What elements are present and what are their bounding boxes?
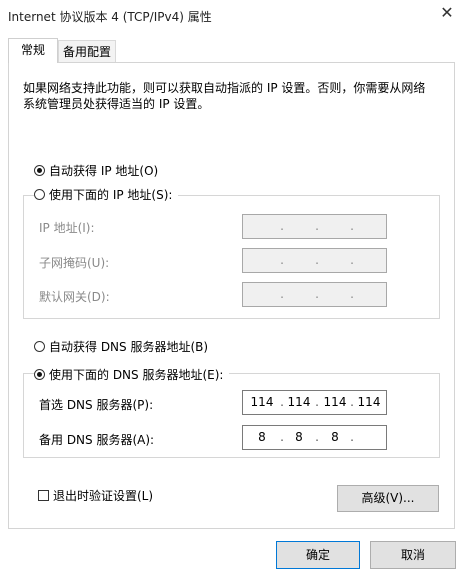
alternate-dns-label: 备用 DNS 服务器(A): <box>39 433 155 447</box>
manual-dns-radio[interactable]: 使用下面的 DNS 服务器地址(E): <box>34 366 230 383</box>
auto-ip-label: 自动获得 IP 地址(O) <box>49 164 159 178</box>
radio-dot <box>34 341 45 352</box>
subnet-mask-label: 子网掩码(U): <box>39 256 110 270</box>
validate-on-exit-checkbox[interactable]: 退出时验证设置(L) <box>38 487 153 504</box>
ip-address-input[interactable]: . . . <box>242 214 387 239</box>
auto-dns-radio[interactable]: 自动获得 DNS 服务器地址(B) <box>34 338 208 355</box>
radio-dot <box>34 189 45 200</box>
octet: 114 <box>323 395 347 409</box>
octet <box>246 215 278 238</box>
octet: 114 <box>357 395 381 409</box>
window-title: Internet 协议版本 4 (TCP/IPv4) 属性 <box>8 10 212 24</box>
default-gateway-input[interactable]: . . . <box>242 282 387 307</box>
checkbox-box <box>38 490 49 501</box>
subnet-mask-input[interactable]: . . . <box>242 248 387 273</box>
octet: 114 <box>250 395 274 409</box>
tab-general[interactable]: 常规 <box>8 38 58 63</box>
octet <box>246 283 278 306</box>
radio-dot-selected <box>34 165 45 176</box>
manual-ip-label: 使用下面的 IP 地址(S): <box>49 188 173 202</box>
default-gateway-label: 默认网关(D): <box>39 290 110 304</box>
radio-dot-selected <box>34 369 45 380</box>
octet: 8 <box>331 430 339 444</box>
octet <box>319 249 351 272</box>
ip-address-label: IP 地址(I): <box>39 221 95 235</box>
close-icon[interactable]: ✕ <box>437 2 457 24</box>
alternate-dns-input[interactable]: 8 . 8 . 8 . <box>242 425 387 450</box>
octet <box>283 249 315 272</box>
octet <box>319 215 351 238</box>
octet <box>283 215 315 238</box>
cancel-button[interactable]: 取消 <box>370 541 456 569</box>
advanced-button[interactable]: 高级(V)... <box>337 485 439 512</box>
auto-dns-label: 自动获得 DNS 服务器地址(B) <box>49 340 209 354</box>
octet <box>353 215 385 238</box>
description-text: 如果网络支持此功能，则可以获取自动指派的 IP 设置。否则，你需要从网络系统管理… <box>23 81 426 111</box>
octet <box>319 283 351 306</box>
preferred-dns-label: 首选 DNS 服务器(P): <box>39 398 154 412</box>
octet <box>353 249 385 272</box>
validate-on-exit-label: 退出时验证设置(L) <box>53 489 154 503</box>
ok-button[interactable]: 确定 <box>276 541 360 569</box>
preferred-dns-input[interactable]: 114 . 114 . 114 . 114 <box>242 390 387 415</box>
octet <box>353 283 385 306</box>
octet: 8 <box>258 430 266 444</box>
auto-ip-radio[interactable]: 自动获得 IP 地址(O) <box>34 162 158 179</box>
manual-ip-radio[interactable]: 使用下面的 IP 地址(S): <box>34 186 179 203</box>
octet <box>283 283 315 306</box>
octet <box>353 426 385 449</box>
octet: 8 <box>295 430 303 444</box>
octet <box>246 249 278 272</box>
octet: 114 <box>287 395 311 409</box>
manual-dns-label: 使用下面的 DNS 服务器地址(E): <box>49 368 224 382</box>
tab-alternate-config[interactable]: 备用配置 <box>58 40 116 62</box>
